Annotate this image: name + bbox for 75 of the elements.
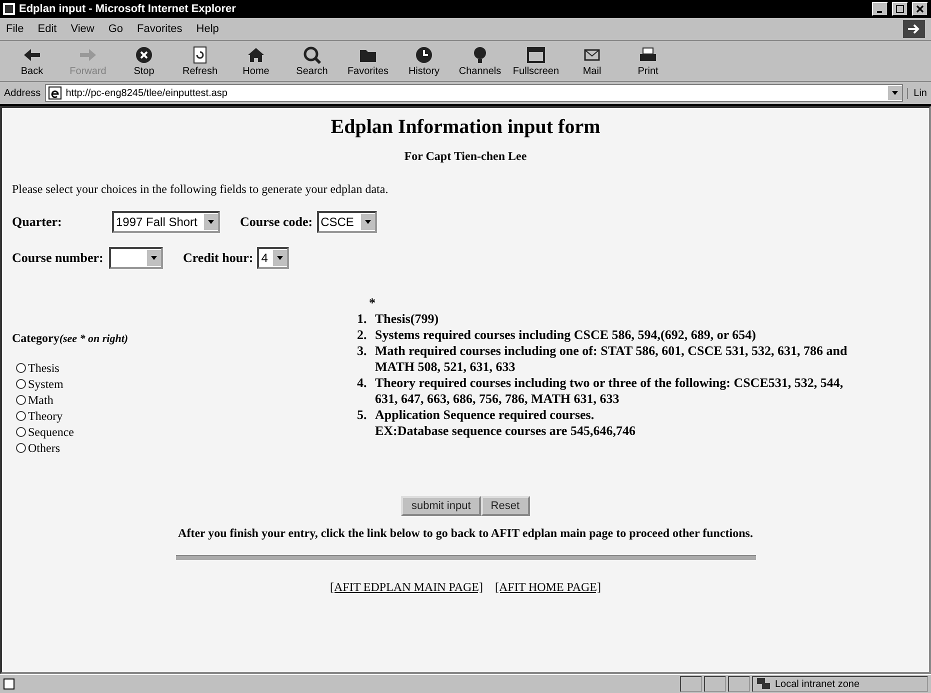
clock-icon	[414, 45, 434, 65]
toolbar-button[interactable]: Back	[6, 42, 58, 80]
toolbar-button[interactable]: Favorites	[342, 42, 394, 80]
network-icon	[757, 678, 771, 690]
menu-item[interactable]: Favorites	[137, 23, 182, 35]
window-icon	[526, 45, 546, 65]
menu-item[interactable]: Help	[196, 23, 219, 35]
form-button[interactable]: Reset	[480, 496, 530, 516]
field-label: Credit hour:	[183, 250, 254, 266]
radio-option[interactable]: Sequence	[12, 424, 357, 440]
radio-option[interactable]: Theory	[12, 408, 357, 424]
form-button[interactable]: submit input	[401, 496, 481, 516]
select-field[interactable]: 1997 Fall Short	[112, 211, 220, 233]
toolbar-button[interactable]: History	[398, 42, 450, 80]
menu-item[interactable]: Edit	[38, 23, 57, 35]
menu-item[interactable]: Go	[108, 23, 124, 35]
select-field[interactable]	[109, 247, 163, 269]
page-subheading: For Capt Tien-chen Lee	[403, 149, 528, 164]
item-number: 4.	[357, 375, 368, 392]
toolbar-button[interactable]: Print	[622, 42, 674, 80]
address-field[interactable]: http://pc-eng8245/tlee/einputtest.asp	[44, 84, 903, 102]
browser-icon	[3, 3, 15, 15]
item-number: 2.	[357, 327, 368, 343]
category-label: Category(see * on right)	[12, 331, 130, 346]
radio-option[interactable]: System	[12, 376, 357, 392]
page-link[interactable]: [AFIT HOME PAGE]	[495, 580, 602, 595]
radio-option[interactable]: Others	[12, 440, 357, 456]
toolbar-button[interactable]: Stop	[118, 42, 170, 80]
intro-text: Please select your choices in the following fields to generate your edplan data.	[12, 182, 390, 197]
page-icon	[3, 678, 15, 690]
links-label[interactable]: Lin	[906, 88, 927, 98]
toolbar-button[interactable]: Search	[286, 42, 338, 80]
select-field[interactable]: CSCE	[316, 211, 377, 233]
page-icon	[48, 86, 62, 100]
window-title: Edplan input - Microsoft Internet Explorer	[19, 3, 236, 15]
field-label: Course number:	[12, 250, 104, 266]
footer-text: After you finish your entry, click the link below to go back to AFIT edplan main page to proceed other functions.	[177, 526, 754, 541]
field-label: Course code:	[240, 214, 313, 230]
select-field[interactable]: 4	[257, 247, 290, 269]
status-pane	[728, 676, 750, 692]
note-text: Thesis(799)	[375, 311, 439, 327]
asterisk-mark: *	[369, 295, 376, 311]
toolbar-button[interactable]: Refresh	[174, 42, 226, 80]
toolbar-button[interactable]: Mail	[566, 42, 618, 80]
note-text: Theory required courses including two or three of the following: CSCE531, 532, 544, 631, 647, 663, 686, 756, 786, MATH 631, 633	[375, 375, 844, 407]
stop-icon	[134, 45, 154, 65]
search-icon	[302, 45, 322, 65]
close-button[interactable]	[912, 2, 928, 16]
item-number: 5.	[357, 407, 368, 424]
maximize-icon	[896, 5, 904, 13]
item-number: 3.	[357, 343, 368, 360]
page-heading: Edplan Information input form	[330, 116, 602, 139]
menu-item[interactable]: File	[6, 23, 24, 35]
field-label: Quarter:	[12, 214, 63, 230]
note-text: Systems required courses including CSCE 586, 594,(692, 689, or 654)	[375, 327, 756, 343]
radio-option[interactable]: Math	[12, 392, 357, 408]
maximize-button[interactable]	[892, 2, 908, 16]
page-link[interactable]: [AFIT EDPLAN MAIN PAGE]	[330, 580, 483, 595]
item-number: 1.	[357, 311, 368, 327]
note-text: Application Sequence required courses.	[375, 407, 596, 423]
browser-logo-icon	[903, 20, 925, 38]
status-pane	[704, 676, 726, 692]
minimize-button[interactable]	[872, 2, 888, 16]
toolbar-button[interactable]: Channels	[454, 42, 506, 80]
toolbar-button[interactable]: Home	[230, 42, 282, 80]
toolbar-button[interactable]: Fullscreen	[510, 42, 562, 80]
address-label: Address	[4, 88, 41, 98]
note-text: Math required courses including one of: STAT 586, 601, CSCE 531, 532, 631, 786 and MATH 508, 521, 631, 633	[375, 343, 848, 375]
status-pane	[680, 676, 702, 692]
close-icon	[916, 5, 924, 13]
zone-label: Local intranet zone	[775, 678, 860, 690]
home-icon	[246, 45, 266, 65]
note-text: EX:Database sequence courses are 545,646,746	[375, 423, 636, 439]
menu-item[interactable]: View	[70, 23, 94, 35]
radio-option[interactable]: Thesis	[12, 360, 357, 376]
